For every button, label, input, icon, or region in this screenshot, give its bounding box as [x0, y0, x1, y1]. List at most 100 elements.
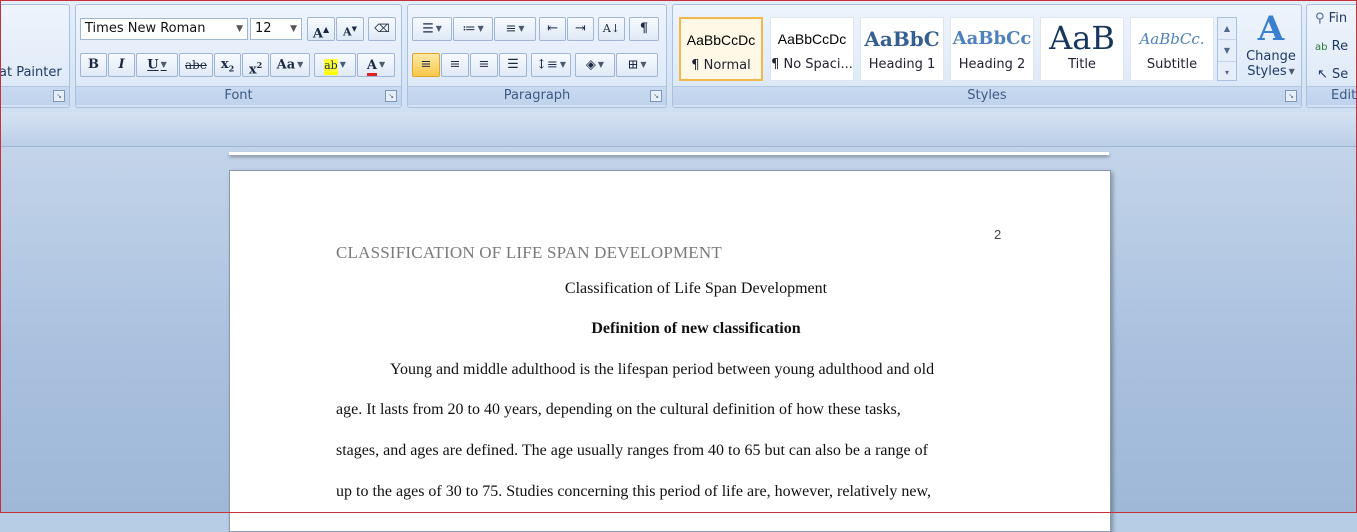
styles-dialog-launcher[interactable]: ↘: [1285, 90, 1297, 102]
style-no-spacing[interactable]: AaBbCcDc ¶ No Spaci...: [770, 17, 854, 81]
clear-formatting-button[interactable]: ⌫: [368, 17, 396, 41]
style-name: Heading 2: [958, 57, 1026, 72]
body-text-line: stages, and ages are defined. The age us…: [336, 442, 928, 459]
replace-button[interactable]: ab Re: [1315, 39, 1348, 54]
sort-button[interactable]: A↓: [598, 17, 625, 41]
shrink-font-button[interactable]: A▼: [336, 17, 364, 41]
style-name: Title: [1068, 57, 1096, 72]
align-center-icon: ≡: [449, 57, 461, 72]
align-left-icon: ≡: [420, 57, 432, 72]
highlight-glyph: ab: [324, 58, 338, 75]
show-formatting-marks-button[interactable]: ¶: [629, 17, 659, 41]
binoculars-icon: ⚲: [1315, 11, 1325, 26]
font-family-value: Times New Roman: [85, 21, 206, 36]
document-title: Classification of Life Span Development: [564, 280, 828, 297]
ribbon: at Painter ↘ Times New Roman ▼ 12 ▼ A▲ A…: [0, 0, 1357, 113]
paragraph-group-label: Paragraph: [408, 86, 666, 105]
editing-group: ⚲ Fin ab Re ↖ Se Edit: [1306, 4, 1357, 108]
styles-group-label: Styles: [673, 86, 1301, 105]
horizontal-ruler: [0, 112, 1357, 147]
scroll-up-icon[interactable]: ▲: [1218, 18, 1236, 40]
decrease-indent-button[interactable]: ⇤: [539, 17, 566, 41]
select-label: Se: [1332, 67, 1349, 82]
strikethrough-button[interactable]: abe: [179, 53, 213, 77]
underline-glyph: U: [147, 57, 159, 73]
italic-button[interactable]: I: [108, 53, 135, 77]
format-painter-button[interactable]: at Painter: [0, 65, 62, 80]
style-name: Heading 1: [868, 57, 936, 72]
chevron-down-icon: ▼: [290, 24, 297, 34]
styles-group: AaBbCcDc ¶ Normal AaBbCcDc ¶ No Spaci...…: [672, 4, 1302, 108]
style-sample: AaBbCc.: [1139, 30, 1205, 48]
bold-button[interactable]: B: [80, 53, 107, 77]
style-sample: AaBbC: [864, 27, 940, 51]
style-name: ¶ Normal: [691, 58, 751, 73]
more-icon[interactable]: ▾: [1218, 62, 1236, 83]
cursor-icon: ↖: [1317, 67, 1328, 82]
align-left-button[interactable]: ≡: [412, 53, 440, 77]
sort-icon: A↓: [602, 22, 621, 35]
style-sample: AaB: [1049, 19, 1115, 56]
change-styles-icon: A: [1257, 9, 1285, 49]
previous-page-edge: [229, 152, 1109, 155]
change-case-glyph: Aa: [276, 57, 296, 73]
align-right-button[interactable]: ≡: [470, 53, 498, 77]
style-name: ¶ No Spaci...: [771, 57, 853, 72]
replace-icon: ab: [1315, 42, 1328, 53]
subscript-button[interactable]: x2: [214, 53, 241, 77]
style-heading-2[interactable]: AaBbCc Heading 2: [950, 17, 1034, 81]
body-text-line: age. It lasts from 20 to 40 years, depen…: [336, 401, 901, 418]
style-normal[interactable]: AaBbCcDc ¶ Normal: [679, 17, 763, 81]
increase-indent-icon: ⇥: [575, 21, 586, 36]
numbering-icon: ≔: [462, 21, 476, 37]
font-size-combo[interactable]: 12 ▼: [250, 18, 302, 40]
line-spacing-button[interactable]: ↕≡ ▼: [531, 53, 571, 77]
change-styles-label-2: Styles: [1247, 64, 1287, 79]
font-size-value: 12: [255, 21, 272, 36]
change-styles-button[interactable]: A Change Styles ▼: [1243, 9, 1299, 87]
style-sample: AaBbCc: [952, 28, 1032, 49]
style-title[interactable]: AaB Title: [1040, 17, 1124, 81]
font-color-button[interactable]: A ▼: [357, 53, 395, 77]
align-center-button[interactable]: ≡: [441, 53, 469, 77]
shading-button[interactable]: ◈ ▼: [575, 53, 615, 77]
paragraph-dialog-launcher[interactable]: ↘: [650, 90, 662, 102]
scroll-down-icon[interactable]: ▼: [1218, 40, 1236, 62]
select-button[interactable]: ↖ Se: [1317, 67, 1348, 82]
section-heading: Definition of new classification: [591, 320, 801, 337]
italic-glyph: I: [118, 57, 125, 72]
strikethrough-glyph: abe: [185, 58, 207, 72]
replace-label: Re: [1331, 39, 1349, 54]
shrink-font-glyph: A: [343, 25, 352, 39]
font-family-combo[interactable]: Times New Roman ▼: [80, 18, 248, 40]
numbering-button[interactable]: ≔ ▼: [453, 17, 493, 41]
underline-button[interactable]: U ▼: [136, 53, 178, 77]
document-page[interactable]: 2 CLASSIFICATION OF LIFE SPAN DEVELOPMEN…: [229, 170, 1111, 532]
borders-button[interactable]: ⊞ ▼: [616, 53, 658, 77]
find-button[interactable]: ⚲ Fin: [1315, 11, 1347, 26]
superscript-glyph: x: [248, 62, 257, 78]
multilevel-list-button[interactable]: ≡ ▼: [494, 17, 536, 41]
body-text-line: up to the ages of 30 to 75. Studies conc…: [336, 483, 932, 500]
styles-gallery-scroll[interactable]: ▲ ▼ ▾: [1217, 17, 1237, 81]
increase-indent-button[interactable]: ⇥: [567, 17, 594, 41]
superscript-button[interactable]: x2: [242, 53, 269, 77]
font-dialog-launcher[interactable]: ↘: [385, 90, 397, 102]
grow-font-button[interactable]: A▲: [307, 17, 335, 41]
paint-bucket-icon: ◈: [585, 57, 596, 73]
style-heading-1[interactable]: AaBbC Heading 1: [860, 17, 944, 81]
subscript-glyph: x: [220, 57, 229, 72]
multilevel-list-icon: ≡: [505, 21, 517, 37]
format-painter-label: at Painter: [0, 65, 62, 80]
justify-icon: ☰: [507, 57, 519, 72]
change-case-button[interactable]: Aa ▼: [270, 53, 310, 77]
style-subtitle[interactable]: AaBbCc. Subtitle: [1130, 17, 1214, 81]
clipboard-dialog-launcher[interactable]: ↘: [53, 90, 65, 102]
font-group: Times New Roman ▼ 12 ▼ A▲ A▼ ⌫ B I U ▼ ab…: [75, 4, 402, 108]
paragraph-group: ☰ ▼ ≔ ▼ ≡ ▼ ⇤ ⇥ A↓ ¶ ≡ ≡ ≡ ☰ ↕≡ ▼ ◈ ▼ ⊞ ▼ Para…: [407, 4, 667, 108]
highlight-button[interactable]: ab ▼: [314, 53, 356, 77]
bullets-button[interactable]: ☰ ▼: [412, 17, 452, 41]
document-workspace: 2 CLASSIFICATION OF LIFE SPAN DEVELOPMEN…: [0, 112, 1357, 532]
style-sample: AaBbCcDc: [777, 31, 847, 47]
justify-button[interactable]: ☰: [499, 53, 527, 77]
